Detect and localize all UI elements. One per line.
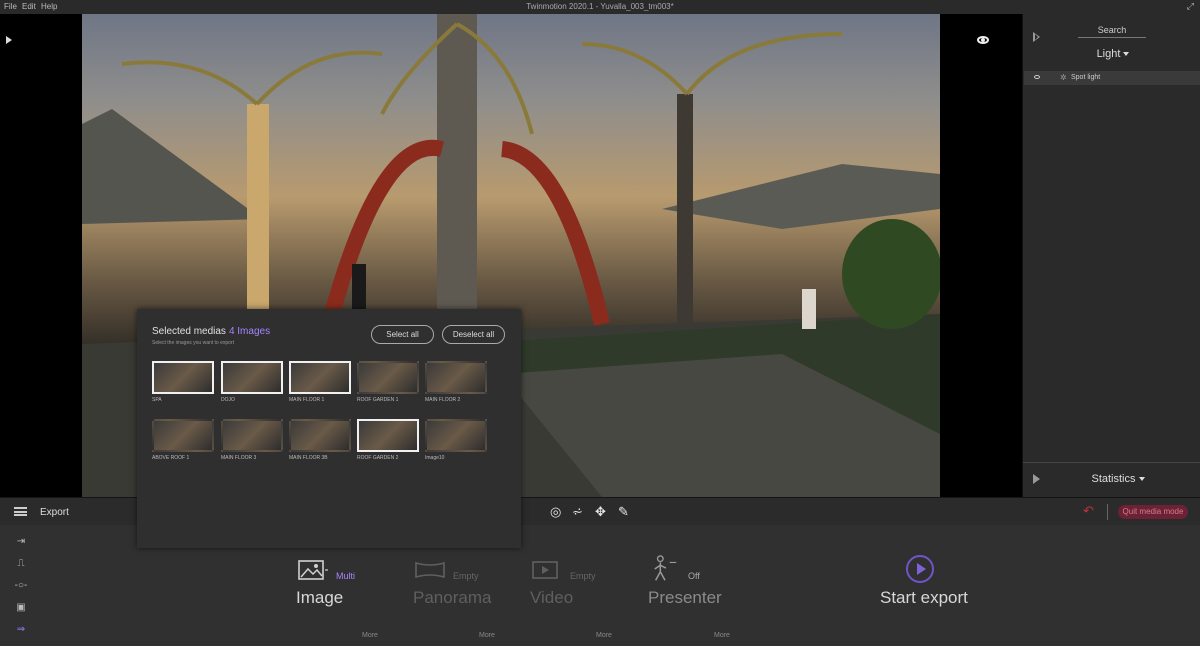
select-icon[interactable]: ◎ [550, 504, 561, 520]
popup-title-text: Selected medias [152, 326, 226, 337]
quit-media-mode-button[interactable]: Quit media mode [1118, 505, 1188, 519]
thumbnail-item[interactable]: MAIN FLOOR 1 [289, 361, 351, 403]
popup-subtitle: Select the images you want to export [152, 340, 234, 346]
mode-badge: Empty [453, 571, 479, 581]
search-tab[interactable]: Search [1078, 25, 1146, 38]
collapse-panel-icon-inner [1035, 34, 1038, 40]
visibility-eye-icon[interactable] [1034, 75, 1040, 79]
image-icon [298, 560, 328, 580]
thumbnail-item[interactable]: MAIN FLOOR 2 [425, 361, 487, 403]
presenter-icon [654, 555, 677, 581]
divider [1107, 504, 1108, 520]
video-play-icon [532, 561, 558, 579]
thumbnail-image [425, 419, 487, 452]
thumbnail-item[interactable]: MAIN FLOOR 3 [221, 419, 283, 461]
measure-icon[interactable]: ⩫ [572, 504, 583, 520]
thumbnail-item[interactable]: SPA [152, 361, 214, 403]
thumbnail-caption: DOJO [221, 397, 235, 403]
thumbnail-caption: MAIN FLOOR 2 [425, 397, 461, 403]
path-icon[interactable]: ⎍ [12, 558, 30, 569]
thumbnail-caption: ROOF GARDEN 2 [357, 455, 399, 461]
selected-count: 4 Images [228, 326, 271, 337]
divider [1023, 462, 1200, 463]
mode-badge: Off [688, 571, 700, 581]
panorama-icon [415, 561, 445, 579]
thumbnail-caption: SPA [152, 397, 162, 403]
thumbnail-item[interactable]: DOJO [221, 361, 283, 403]
mode-title: Export [40, 507, 69, 518]
thumbnail-item[interactable]: Image10 [425, 419, 487, 461]
thumbnail-caption: MAIN FLOOR 3B [289, 455, 328, 461]
thumbnail-image [289, 419, 351, 452]
thumbnail-image [221, 361, 283, 394]
export-icon[interactable]: ⇒ [12, 624, 30, 635]
list-item-label: Spot light [1071, 74, 1101, 81]
mode-name: Video [530, 588, 574, 607]
statistics-dropdown[interactable]: Statistics [1083, 473, 1153, 485]
pen-icon[interactable]: ✎ [618, 504, 629, 520]
play-icon [906, 555, 934, 583]
thumbnail-image [425, 361, 487, 394]
thumbnail-item[interactable]: ABOVE ROOF 1 [152, 419, 214, 461]
thumbnail-image [152, 419, 214, 452]
move-icon[interactable]: ✥ [595, 504, 606, 520]
select-all-button[interactable]: Select all [371, 325, 434, 344]
hamburger-menu-icon[interactable] [14, 507, 27, 516]
thumbnail-item[interactable]: MAIN FLOOR 3B [289, 419, 351, 461]
statistics-label: Statistics [1091, 473, 1136, 485]
eye-icon[interactable] [977, 36, 989, 44]
chevron-down-icon [1138, 477, 1145, 482]
thumbnail-image [221, 419, 283, 452]
window-title: Twinmotion 2020.1 - Yuvalla_003_tm003* [526, 2, 674, 11]
thumbnail-image [357, 419, 419, 452]
thumbnail-item[interactable]: ROOF GARDEN 1 [357, 361, 419, 403]
thumbnail-image [289, 361, 351, 394]
mode-name: Panorama [413, 588, 492, 607]
thumbnail-caption: ABOVE ROOF 1 [152, 455, 190, 461]
popup-title: Selected medias 4 Images [152, 326, 270, 337]
chevron-down-icon [1123, 52, 1130, 57]
category-dropdown[interactable]: Light [1083, 48, 1143, 60]
expand-icon[interactable]: ⤢ [1187, 1, 1194, 12]
thumbnail-caption: ROOF GARDEN 1 [357, 397, 399, 403]
deselect-all-button[interactable]: Deselect all [442, 325, 505, 344]
expand-left-panel-icon[interactable] [6, 36, 12, 44]
menu-bar: File Edit Help Twinmotion 2020.1 - Yuval… [0, 0, 1200, 14]
right-panel: Search Light ✲ Spot light Statistics [1022, 14, 1200, 497]
thumbnail-caption: MAIN FLOOR 3 [221, 455, 257, 461]
undo-icon[interactable]: ↶ [1083, 503, 1094, 519]
more-link[interactable]: More [596, 632, 612, 639]
selected-medias-popup: Selected medias 4 Images Select the image… [137, 309, 521, 548]
start-export-label: Start export [880, 588, 968, 607]
list-item[interactable]: ✲ Spot light [1024, 71, 1200, 85]
video-icon[interactable]: ▣ [12, 602, 30, 613]
mode-badge: Multi [336, 571, 356, 581]
more-link[interactable]: More [479, 632, 495, 639]
thumbnail-caption: MAIN FLOOR 1 [289, 397, 325, 403]
mode-name: Presenter [648, 588, 722, 607]
mode-badge: Empty [570, 571, 596, 581]
mode-name: Image [296, 588, 344, 607]
thumbnail-item[interactable]: ROOF GARDEN 2 [357, 419, 419, 461]
tool-group: ◎ ⩫ ✥ ✎ [550, 504, 634, 520]
import-icon[interactable]: ⇥ [12, 536, 30, 547]
expand-statistics-icon[interactable] [1033, 474, 1040, 484]
more-link[interactable]: More [362, 632, 378, 639]
settings-icon[interactable]: -○- [12, 580, 30, 591]
thumbnail-image [152, 361, 214, 394]
thumbnail-caption: Image10 [425, 455, 445, 461]
start-export-button[interactable]: Start export [880, 555, 968, 608]
spotlight-icon: ✲ [1060, 73, 1067, 82]
thumbnail-image [357, 361, 419, 394]
more-link[interactable]: More [714, 632, 730, 639]
category-label: Light [1096, 48, 1121, 60]
